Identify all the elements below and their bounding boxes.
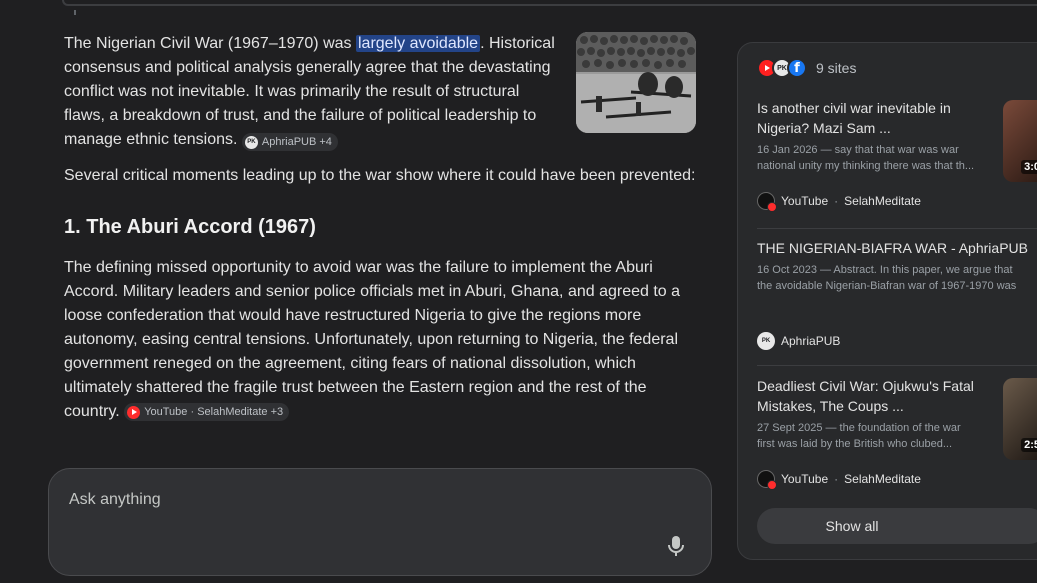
source-meta: YouTube · SelahMeditate [757, 192, 921, 212]
source-card[interactable]: THE NIGERIAN-BIAFRA WAR - AphriaPUB 16 O… [757, 238, 1037, 358]
source-title[interactable]: THE NIGERIAN-BIAFRA WAR - AphriaPUB [757, 238, 1037, 258]
source-title[interactable]: Is another civil war inevitable in Niger… [757, 98, 987, 138]
section-heading-aburi: 1. The Aburi Accord (1967) [64, 216, 316, 238]
ask-input-box[interactable]: Ask anything [48, 468, 712, 576]
source-site: YouTube [781, 194, 829, 208]
paragraph-text: The defining missed opportunity to avoid… [64, 259, 681, 420]
video-thumbnail[interactable]: 2:5 [1003, 378, 1037, 460]
top-frame [62, 0, 1037, 6]
video-thumbnail[interactable]: 3:0 [1003, 100, 1037, 182]
source-author: SelahMeditate [844, 472, 921, 486]
facebook-icon: f [787, 58, 807, 78]
source-author: SelahMeditate [844, 194, 921, 208]
meta-separator: · [834, 472, 839, 486]
microphone-icon[interactable] [665, 534, 687, 558]
answer-paragraph-3: The defining missed opportunity to avoid… [64, 256, 704, 424]
citation-chip-label: AphriaPUB +4 [261, 136, 332, 148]
source-snippet-line: first was laid by the British who clubed… [757, 438, 953, 450]
source-meta: YouTube · SelahMeditate [757, 470, 921, 490]
source-snippet-line: the avoidable Nigerian-Biafran war of 19… [757, 280, 1017, 292]
video-duration: 3:0 [1021, 160, 1037, 174]
sources-count: 9 sites [816, 60, 857, 76]
citation-chip-aphriapub[interactable]: PK AphriaPUB +4 [241, 133, 338, 151]
source-meta: PK AphriaPUB [757, 332, 840, 350]
meta-separator: · [834, 194, 839, 208]
source-divider [757, 365, 1037, 366]
youtube-icon [127, 405, 141, 419]
answer-paragraph-2: Several critical moments leading up to t… [64, 167, 696, 184]
source-site: AphriaPUB [781, 334, 841, 348]
youtube-badge-icon [767, 480, 777, 490]
channel-avatar-icon [757, 192, 777, 212]
source-title[interactable]: Deadliest Civil War: Ojukwu's Fatal Mist… [757, 376, 987, 416]
source-divider [757, 228, 1037, 229]
source-snippet-line: national unity my thinking there was tha… [757, 160, 975, 172]
answer-paragraph-1: The Nigerian Civil War (1967–1970) was l… [64, 32, 564, 152]
paragraph-text: The Nigerian Civil War (1967–1970) was [64, 35, 356, 52]
source-snippet-line: 16 Jan 2026 — say that that war was war [757, 144, 959, 156]
answer-image-thumbnail[interactable] [576, 32, 696, 133]
aphriapub-icon: PK [757, 332, 775, 350]
youtube-badge-icon [767, 202, 777, 212]
highlighted-phrase: largely avoidable [355, 35, 481, 52]
sources-header[interactable]: PK f 9 sites [757, 58, 856, 78]
source-site: YouTube [781, 472, 829, 486]
aphriapub-icon: PK [244, 135, 258, 149]
channel-avatar-icon [757, 470, 777, 490]
citation-chip-label: YouTube · SelahMeditate +3 [144, 406, 284, 418]
source-snippet-line: 27 Sept 2025 — the foundation of the war [757, 422, 961, 434]
top-marker [74, 10, 76, 15]
show-all-button[interactable]: Show all [757, 508, 1037, 544]
ask-input-placeholder: Ask anything [69, 491, 161, 508]
source-snippet-line: 16 Oct 2023 — Abstract. In this paper, w… [757, 264, 1013, 276]
source-card[interactable]: Is another civil war inevitable in Niger… [757, 98, 1037, 228]
citation-chip-youtube[interactable]: YouTube · SelahMeditate +3 [124, 403, 290, 421]
source-card[interactable]: Deadliest Civil War: Ojukwu's Fatal Mist… [757, 376, 1037, 496]
video-duration: 2:5 [1021, 438, 1037, 452]
